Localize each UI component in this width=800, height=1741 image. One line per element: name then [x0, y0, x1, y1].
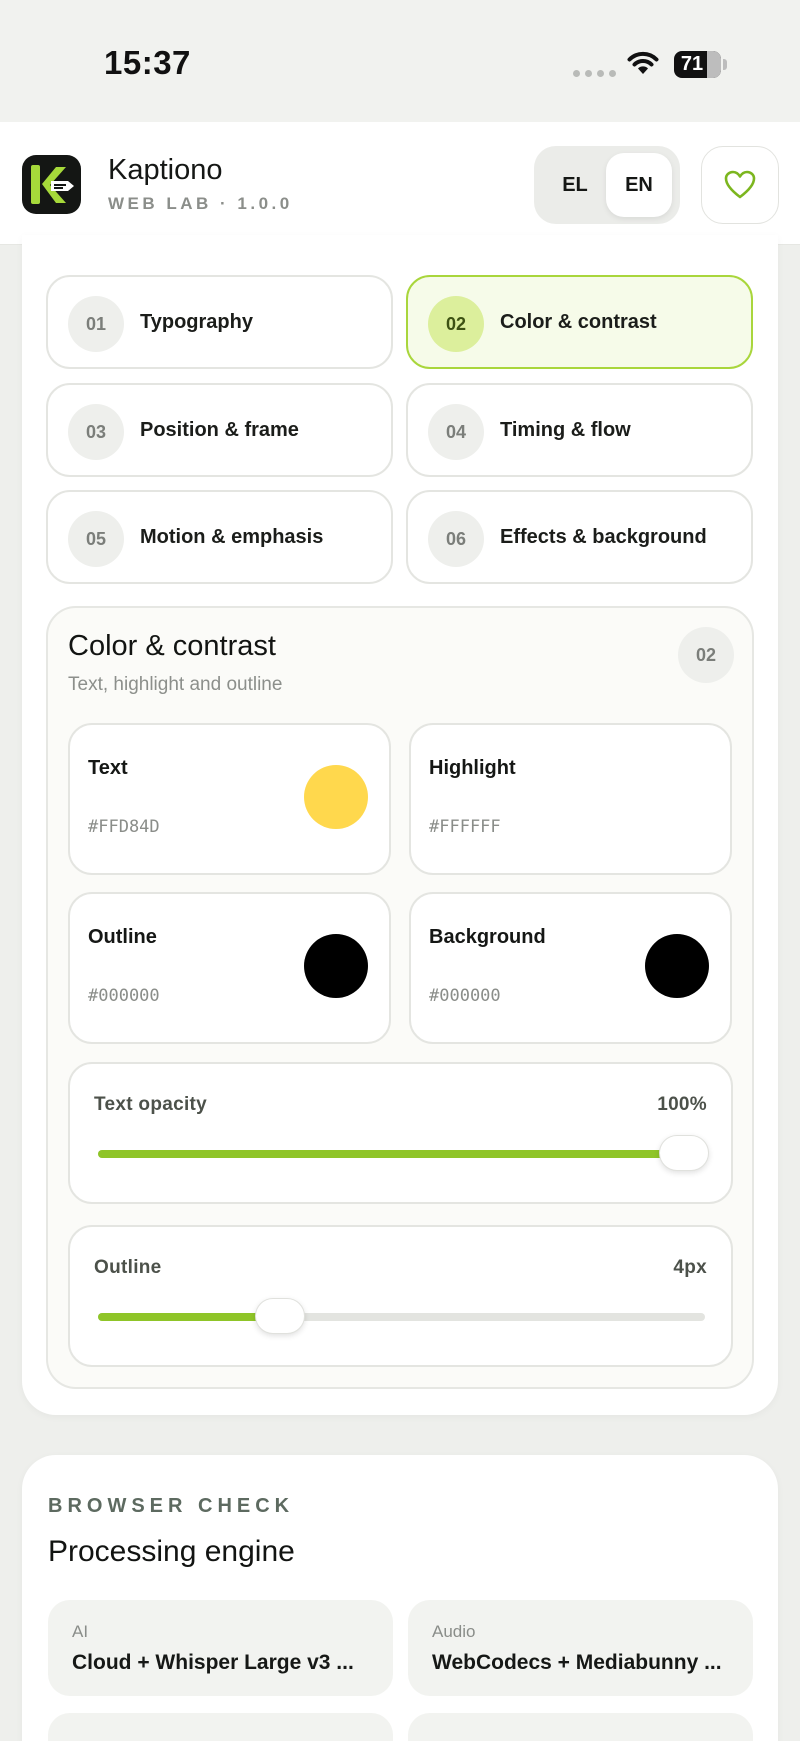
step-number: 06: [428, 511, 484, 567]
browser-check-card: BROWSER CHECK Processing engine AI Cloud…: [22, 1455, 778, 1741]
step-position-frame[interactable]: 03 Position & frame: [46, 383, 393, 477]
lang-en-button[interactable]: EN: [606, 153, 672, 217]
section-title: Processing engine: [48, 1535, 295, 1568]
swatch-label: Outline: [88, 926, 157, 948]
slider-label: Text opacity: [94, 1094, 208, 1115]
step-motion-emphasis[interactable]: 05 Motion & emphasis: [46, 490, 393, 584]
panel-step-badge: 02: [678, 627, 734, 683]
text-color-picker[interactable]: Text #FFD84D: [68, 723, 391, 875]
info-value: WebCodecs + Mediabunny ...: [432, 1651, 722, 1674]
app-name: Kaptiono: [108, 154, 223, 186]
step-label: Motion & emphasis: [140, 526, 324, 548]
step-label: Color & contrast: [500, 311, 657, 333]
info-key: Audio: [432, 1622, 476, 1641]
battery-icon: 71: [674, 51, 721, 78]
swatch-hex: #000000: [88, 986, 160, 1006]
step-label: Position & frame: [140, 419, 299, 441]
text-opacity-slider[interactable]: [98, 1135, 709, 1171]
step-label: Typography: [140, 311, 253, 333]
language-toggle: EL EN: [534, 146, 680, 224]
cellular-signal-icon: [573, 70, 616, 77]
lang-el-button[interactable]: EL: [542, 153, 608, 217]
panel-title: Color & contrast: [68, 630, 276, 662]
section-eyebrow: BROWSER CHECK: [48, 1495, 295, 1517]
engine-ai-tile: AI Cloud + Whisper Large v3 ...: [48, 1600, 393, 1696]
app-version: WEB LAB · 1.0.0: [108, 194, 293, 213]
kaptiono-logo-icon: [31, 165, 74, 204]
step-label: Timing & flow: [500, 419, 631, 441]
swatch-hex: #FFD84D: [88, 817, 160, 837]
app-logo: [22, 155, 81, 214]
heart-icon: [724, 170, 756, 199]
step-number: 01: [68, 296, 124, 352]
step-effects-background[interactable]: 06 Effects & background: [406, 490, 753, 584]
slider-value: 4px: [673, 1257, 707, 1278]
app-header: Kaptiono WEB LAB · 1.0.0 EL EN: [0, 122, 800, 245]
engine-tile: [48, 1713, 393, 1741]
status-time: 15:37: [104, 44, 191, 81]
swatch-label: Background: [429, 926, 546, 948]
info-key: AI: [72, 1622, 89, 1641]
highlight-color-picker[interactable]: Highlight #FFFFFF: [409, 723, 732, 875]
step-number: 05: [68, 511, 124, 567]
outline-width-control: Outline 4px: [68, 1225, 733, 1367]
step-timing-flow[interactable]: 04 Timing & flow: [406, 383, 753, 477]
slider-value: 100%: [657, 1094, 707, 1115]
settings-card: 01 Typography 02 Color & contrast 03 Pos…: [22, 235, 778, 1415]
slider-fill: [98, 1150, 705, 1158]
background-color-picker[interactable]: Background #000000: [409, 892, 732, 1044]
battery-level: 71: [680, 53, 704, 75]
step-label: Effects & background: [500, 526, 707, 548]
text-opacity-control: Text opacity 100%: [68, 1062, 733, 1204]
wifi-icon: [627, 51, 659, 74]
slider-label: Outline: [94, 1257, 162, 1278]
step-number: 02: [428, 296, 484, 352]
slider-thumb[interactable]: [255, 1298, 306, 1334]
slider-thumb[interactable]: [659, 1135, 709, 1171]
color-contrast-panel: Color & contrast Text, highlight and out…: [46, 606, 754, 1389]
swatch-label: Text: [88, 757, 128, 779]
step-typography[interactable]: 01 Typography: [46, 275, 393, 369]
step-number: 03: [68, 404, 124, 460]
outline-color-picker[interactable]: Outline #000000: [68, 892, 391, 1044]
step-number: 04: [428, 404, 484, 460]
color-swatch: [304, 765, 368, 829]
swatch-label: Highlight: [429, 757, 516, 779]
color-swatch: [304, 934, 368, 998]
panel-subtitle: Text, highlight and outline: [68, 674, 283, 695]
step-color-contrast[interactable]: 02 Color & contrast: [406, 275, 753, 369]
swatch-hex: #FFFFFF: [429, 817, 501, 837]
status-bar: 15:37 71: [0, 0, 800, 122]
outline-width-slider[interactable]: [98, 1298, 705, 1334]
favorite-button[interactable]: [701, 146, 779, 224]
engine-tile: [408, 1713, 753, 1741]
engine-audio-tile: Audio WebCodecs + Mediabunny ...: [408, 1600, 753, 1696]
color-swatch: [645, 934, 709, 998]
swatch-hex: #000000: [429, 986, 501, 1006]
info-value: Cloud + Whisper Large v3 ...: [72, 1651, 354, 1674]
